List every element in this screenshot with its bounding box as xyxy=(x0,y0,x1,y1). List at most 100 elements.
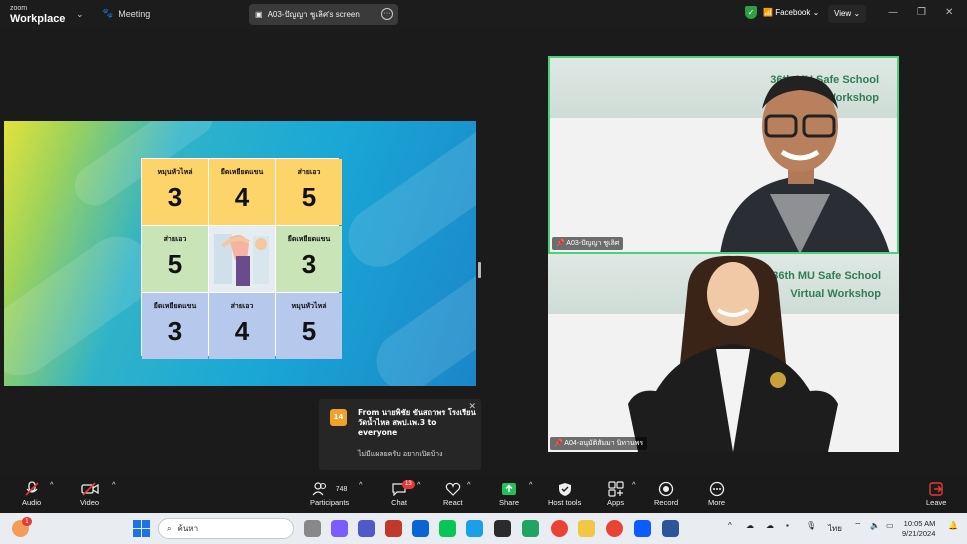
share-label: Share xyxy=(499,498,520,507)
teams-icon[interactable] xyxy=(358,520,375,537)
paw-icon: 🐾 xyxy=(102,8,114,18)
clock[interactable]: 10:05 AM 9/21/2024 xyxy=(902,519,935,539)
more-icon xyxy=(709,480,725,498)
cloud-icon[interactable]: ☁ xyxy=(746,521,754,530)
app-icon[interactable] xyxy=(385,520,402,537)
language-indicator[interactable]: ไทย xyxy=(828,522,842,535)
view-button[interactable]: View ⌄ xyxy=(828,5,867,23)
chevron-up-icon[interactable]: ^ xyxy=(728,521,732,530)
chevron-up-icon[interactable]: ^ xyxy=(467,480,471,489)
split-view-handle[interactable] xyxy=(478,262,481,278)
exercise-label: หมุนหัวไหล่ xyxy=(157,168,193,176)
host-tools-label: Host tools xyxy=(548,498,582,507)
chrome-icon[interactable] xyxy=(551,520,568,537)
app-tray-icon[interactable]: ▪ xyxy=(786,521,789,530)
heart-icon xyxy=(445,480,461,498)
shared-screen-indicator[interactable]: ▣ A03-ปัญญา ชูเลิศ's screen ··· xyxy=(249,4,398,25)
meeting-tab[interactable]: 🐾 Meeting xyxy=(102,8,150,19)
chat-button[interactable]: Chat 13 xyxy=(391,480,415,507)
stretching-person-image xyxy=(209,226,275,292)
chevron-down-icon: ⌄ xyxy=(812,8,820,17)
onedrive-icon[interactable]: ☁ xyxy=(766,521,774,530)
taskbar-search[interactable]: ⌕ ค้นหา xyxy=(158,518,294,539)
grid-cell: ยืดเหยียดแขน 3 xyxy=(142,293,208,359)
pin-icon: 📌 xyxy=(556,240,565,247)
share-button[interactable]: Share xyxy=(499,480,519,507)
line-icon[interactable] xyxy=(439,520,456,537)
apps-button[interactable]: Apps xyxy=(607,480,624,507)
record-button[interactable]: Record xyxy=(654,480,678,507)
sender-avatar: 14 xyxy=(330,409,347,426)
exercise-label: ยืดเหยียดแขน xyxy=(153,302,197,310)
task-view-icon[interactable] xyxy=(304,520,321,537)
notification-sender: From นายพิชัย ขันสถาพร โรงเรียนวัดน้ำไหล… xyxy=(358,408,476,437)
whatsapp-icon[interactable] xyxy=(522,520,539,537)
chevron-up-icon[interactable]: ^ xyxy=(529,480,533,489)
video-tile-speaker[interactable]: 36th MU Safe School Virtual Workshop 📌 A… xyxy=(548,56,899,254)
apps-icon xyxy=(607,480,624,498)
zoom-window: zoom Workplace ⌄ 🐾 Meeting ▣ A03-ปัญญา ช… xyxy=(0,0,967,544)
windows-taskbar: 1 ⌕ ค้นหา ^ ☁ ☁ ▪ 🎙 ไทย ⌔ 🔈 ▭ 10:05 AM 9… xyxy=(0,513,967,544)
restore-icon[interactable]: ❐ xyxy=(917,7,926,18)
participant-name-tag: 📌 A03-ปัญญา ชูเลิศ xyxy=(552,237,624,250)
zoom-icon[interactable] xyxy=(634,520,651,537)
windows-start-icon[interactable] xyxy=(133,520,150,537)
chevron-down-icon[interactable]: ⌄ xyxy=(76,10,84,20)
chevron-up-icon[interactable]: ^ xyxy=(50,480,54,489)
store-icon[interactable] xyxy=(494,520,511,537)
chevron-up-icon[interactable]: ^ xyxy=(417,480,421,489)
notifications-icon[interactable]: 🔔 xyxy=(948,521,958,530)
more-label: More xyxy=(708,498,726,507)
brand-large: Workplace xyxy=(10,13,66,25)
chat-label: Chat xyxy=(391,498,407,507)
title-bar: zoom Workplace ⌄ 🐾 Meeting ▣ A03-ปัญญา ช… xyxy=(0,0,967,30)
live-stream-status[interactable]: 📶 Facebook ⌄ xyxy=(763,8,819,17)
live-signal-icon: 📶 xyxy=(763,8,773,17)
chrome-icon[interactable] xyxy=(606,520,623,537)
audio-button[interactable]: Audio xyxy=(22,480,41,507)
exercise-count: 4 xyxy=(234,316,250,346)
participant-video-man xyxy=(720,75,890,252)
share-screen-icon xyxy=(501,480,517,498)
participant-name: A03-ปัญญา ชูเลิศ xyxy=(566,240,620,247)
meeting-label: Meeting xyxy=(118,8,151,19)
more-options-icon[interactable]: ··· xyxy=(381,8,393,20)
speaker-icon[interactable]: 🔈 xyxy=(870,521,880,530)
audio-label: Audio xyxy=(22,498,42,507)
camera-off-icon xyxy=(80,480,99,498)
leave-button[interactable]: Leave xyxy=(926,480,946,507)
decor-shape xyxy=(336,121,476,279)
battery-icon[interactable]: ▭ xyxy=(886,521,894,530)
grid-cell: ส่ายเอว 5 xyxy=(276,159,342,225)
react-button[interactable]: React xyxy=(443,480,463,507)
notification-message: ไม่มีแผลยครับ อยากเปิดบ้าง xyxy=(358,450,443,458)
chat-unread-badge: 13 xyxy=(402,480,415,489)
wifi-icon[interactable]: ⌔ xyxy=(854,521,862,531)
chevron-up-icon[interactable]: ^ xyxy=(632,480,636,489)
participants-button[interactable]: 748 Participants xyxy=(310,480,349,507)
live-label: Facebook xyxy=(775,8,811,17)
chevron-up-icon[interactable]: ^ xyxy=(112,480,116,489)
video-button[interactable]: Video xyxy=(80,480,99,507)
shared-screen-label: A03-ปัญญา ชูเลิศ's screen xyxy=(267,10,360,19)
status-area: ✓ 📶 Facebook ⌄ xyxy=(745,6,819,19)
leave-icon xyxy=(928,480,944,498)
word-icon[interactable] xyxy=(662,520,679,537)
chat-notification[interactable]: ✕ 14 From นายพิชัย ขันสถาพร โรงเรียนวัดน… xyxy=(319,399,481,470)
apps-label: Apps xyxy=(607,498,625,507)
close-icon[interactable]: ✕ xyxy=(945,7,953,18)
more-button[interactable]: More xyxy=(708,480,725,507)
host-tools-button[interactable]: Host tools xyxy=(548,480,581,507)
meeting-controls: Audio ^ Video ^ 748 Participants ^ Chat … xyxy=(0,477,967,513)
chevron-up-icon[interactable]: ^ xyxy=(359,480,363,489)
copilot-icon[interactable] xyxy=(331,520,348,537)
zoom-workplace-logo[interactable]: zoom Workplace xyxy=(10,4,65,26)
file-explorer-icon[interactable] xyxy=(578,520,595,537)
edge-icon[interactable] xyxy=(466,520,483,537)
shield-check-icon[interactable]: ✓ xyxy=(745,6,757,19)
outlook-icon[interactable] xyxy=(412,520,429,537)
microphone-icon[interactable]: 🎙 xyxy=(806,521,816,530)
minimize-icon[interactable]: — xyxy=(888,7,898,18)
video-tile-participant[interactable]: 36th MU Safe School Virtual Workshop 📌 A… xyxy=(548,254,899,452)
react-label: React xyxy=(443,498,463,507)
